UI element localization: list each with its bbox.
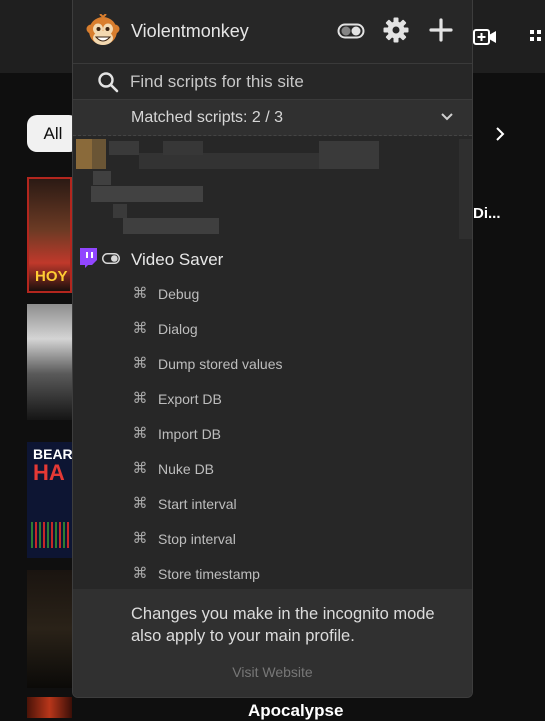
script-item-video-saver[interactable]: Video Saver	[73, 244, 472, 274]
video-thumbnail[interactable]: BEAR HA	[27, 442, 73, 558]
command-icon: ⌘	[132, 425, 148, 442]
obscured-pixel	[93, 171, 111, 185]
obscured-pixel	[459, 139, 472, 239]
command-label: Store timestamp	[158, 566, 260, 582]
toggle-icon[interactable]	[337, 22, 365, 40]
obscured-pixel	[92, 139, 106, 169]
command-label: Debug	[158, 286, 200, 302]
command-label: Dump stored values	[158, 356, 283, 372]
video-thumbnail[interactable]: HOY	[27, 177, 72, 293]
obscured-pixel	[139, 153, 319, 169]
matched-scripts-header[interactable]: Matched scripts: 2 / 3	[73, 100, 472, 136]
command-item[interactable]: ⌘ Dump stored values	[73, 347, 472, 382]
command-icon: ⌘	[132, 530, 148, 547]
obscured-script-entry[interactable]	[73, 136, 472, 244]
obscured-pixel	[113, 204, 127, 218]
visit-website-link[interactable]: Visit Website	[73, 664, 472, 680]
command-icon: ⌘	[132, 460, 148, 477]
chevron-right-icon[interactable]	[492, 124, 508, 144]
command-item[interactable]: ⌘ Nuke DB	[73, 452, 472, 487]
obscured-pixel	[123, 218, 219, 234]
create-video-icon[interactable]	[473, 27, 497, 47]
script-name: Video Saver	[131, 250, 224, 269]
video-thumbnail[interactable]	[27, 697, 72, 718]
command-label: Import DB	[158, 426, 222, 442]
video-thumbnail[interactable]	[27, 570, 72, 688]
command-label: Dialog	[158, 321, 198, 337]
command-icon: ⌘	[132, 355, 148, 372]
popup-header: Violentmonkey	[73, 0, 472, 64]
obscured-pixel	[76, 139, 92, 169]
command-icon: ⌘	[132, 390, 148, 407]
script-enabled-toggle-icon[interactable]	[102, 253, 120, 264]
obscured-pixel	[91, 186, 203, 202]
incognito-notice-text: Changes you make in the incognito mode a…	[131, 605, 435, 645]
command-label: Nuke DB	[158, 461, 215, 477]
search-input[interactable]	[128, 69, 452, 95]
violentmonkey-logo-icon[interactable]	[86, 14, 120, 48]
video-thumbnail[interactable]	[27, 304, 72, 420]
command-label: Stop interval	[158, 531, 236, 547]
plus-icon[interactable]	[429, 18, 453, 42]
command-item[interactable]: ⌘ Start interval	[73, 487, 472, 522]
command-item[interactable]: ⌘ Store timestamp	[73, 557, 472, 592]
obscured-pixel	[319, 141, 379, 169]
video-title[interactable]: Di...	[473, 205, 501, 222]
command-item[interactable]: ⌘ Debug	[73, 277, 472, 312]
command-icon: ⌘	[132, 565, 148, 582]
command-icon: ⌘	[132, 495, 148, 512]
thumbnail-text: HOY	[35, 268, 68, 285]
chevron-down-icon[interactable]	[440, 111, 454, 123]
video-title[interactable]: Apocalypse	[248, 701, 343, 721]
command-item[interactable]: ⌘ Stop interval	[73, 522, 472, 557]
violentmonkey-popup: Violentmonkey Find scripts for this site…	[72, 0, 473, 698]
gear-icon[interactable]	[383, 17, 409, 43]
apps-grid-icon[interactable]	[528, 27, 545, 47]
command-label: Export DB	[158, 391, 222, 407]
incognito-notice: Changes you make in the incognito mode a…	[73, 589, 472, 697]
thumbnail-text: HA	[33, 460, 65, 485]
command-item[interactable]: ⌘ Import DB	[73, 417, 472, 452]
search-row	[73, 64, 472, 100]
matched-scripts-label: Matched scripts: 2 / 3	[131, 109, 284, 126]
command-item[interactable]: ⌘ Dialog	[73, 312, 472, 347]
command-icon: ⌘	[132, 320, 148, 337]
obscured-pixel	[109, 141, 139, 155]
command-icon: ⌘	[132, 285, 148, 302]
app-title: Violentmonkey	[131, 21, 249, 41]
obscured-pixel	[163, 141, 203, 155]
twitch-icon	[80, 248, 97, 268]
thumbnail-chart-graphic	[31, 522, 71, 548]
search-icon	[98, 72, 119, 93]
command-label: Start interval	[158, 496, 237, 512]
command-item[interactable]: ⌘ Export DB	[73, 382, 472, 417]
